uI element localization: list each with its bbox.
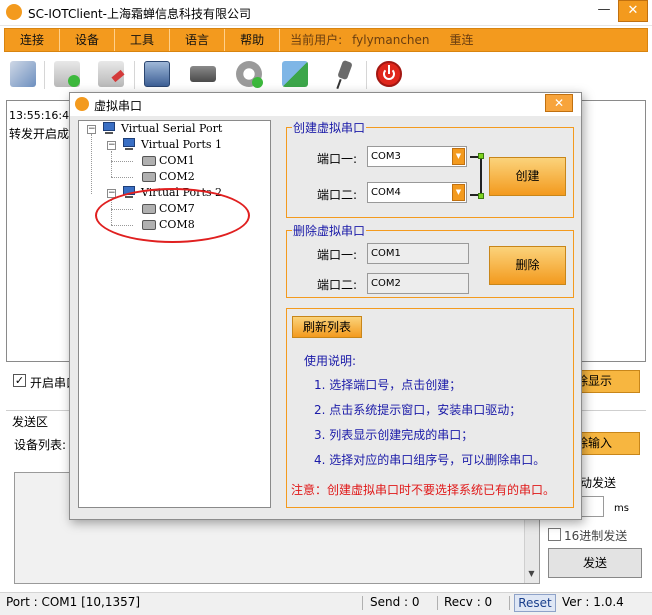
send-area-label: 发送区 xyxy=(12,415,49,429)
menu-device[interactable]: 设备 xyxy=(60,29,116,51)
menu-help[interactable]: 帮助 xyxy=(225,29,281,51)
tree-root[interactable]: Virtual Serial Port xyxy=(121,122,222,135)
usage-step-1: 1. 选择端口号，点击创建； xyxy=(314,378,462,392)
hex-send-checkbox[interactable] xyxy=(548,528,561,541)
dialog-title-bar xyxy=(70,93,581,116)
hex-send-label: 16进制发送 xyxy=(564,529,628,543)
status-recv-count: Recv : 0 xyxy=(444,595,493,609)
close-window-button[interactable]: ✕ xyxy=(618,0,648,22)
computer-icon xyxy=(121,138,137,151)
dialog-logo-icon xyxy=(75,97,89,111)
delete-button[interactable]: 删除 xyxy=(489,246,566,285)
menu-bar: 连接 设备 工具 语言 帮助 当前用户: fylymanchen 重连 xyxy=(4,28,648,52)
status-port: Port : COM1 [10,1357] xyxy=(6,595,141,609)
usage-title: 使用说明: xyxy=(304,354,357,368)
create-port1-label: 端口一: xyxy=(317,152,358,166)
tree-collapse-toggle[interactable]: − xyxy=(107,141,116,150)
tree-collapse-toggle[interactable]: − xyxy=(87,125,96,134)
create-group-title: 创建虚拟串口 xyxy=(292,119,367,136)
reconnect-menu-item[interactable]: 重连 xyxy=(440,29,484,51)
send-button[interactable]: 发送 xyxy=(548,548,642,578)
auto-send-label: 动发送 xyxy=(580,476,617,490)
chevron-down-icon[interactable]: ▼ xyxy=(452,148,465,165)
annotation-circle xyxy=(95,188,250,243)
pin-icon[interactable] xyxy=(326,57,360,91)
create-port2-select[interactable]: COM4 ▼ xyxy=(367,182,467,203)
warning-text: 注意：创建虚拟串口时不要选择系统已有的串口。 xyxy=(291,483,556,497)
menu-tools[interactable]: 工具 xyxy=(115,29,171,51)
usage-step-3: 3. 列表显示创建完成的串口； xyxy=(314,428,474,442)
device-icon[interactable] xyxy=(186,57,220,91)
delete-port1-field: COM1 xyxy=(367,243,469,264)
link-dot xyxy=(478,153,484,159)
delete-port2-label: 端口二: xyxy=(317,278,358,292)
app-logo-icon xyxy=(6,4,22,20)
delete-port1-label: 端口一: xyxy=(317,248,358,262)
router-edit-icon[interactable] xyxy=(94,57,128,91)
serial-port-icon xyxy=(142,156,156,166)
monitor-settings-icon[interactable] xyxy=(140,57,174,91)
current-user-name: fylymanchen xyxy=(352,33,430,47)
minimize-button[interactable]: — xyxy=(590,0,618,22)
window-title: SC-IOTClient-上海霜蝉信息科技有限公司 xyxy=(28,7,252,21)
router-add-icon[interactable] xyxy=(50,57,84,91)
computer-icon xyxy=(101,122,117,135)
serial-port-icon xyxy=(142,172,156,182)
receive-timestamp: 13:55:16:4 xyxy=(9,109,70,122)
create-port1-value: COM3 xyxy=(371,151,401,162)
scroll-down-arrow-icon[interactable]: ▼ xyxy=(524,566,539,582)
power-icon[interactable] xyxy=(372,57,406,91)
refresh-list-button[interactable]: 刷新列表 xyxy=(292,316,362,338)
usage-step-2: 2. 点击系统提示窗口，安装串口驱动； xyxy=(314,403,522,417)
dialog-title: 虚拟串口 xyxy=(94,99,143,113)
link-dot xyxy=(478,193,484,199)
create-port1-select[interactable]: COM3 ▼ xyxy=(367,146,467,167)
create-port2-label: 端口二: xyxy=(317,188,358,202)
auto-open-checkbox[interactable]: ✓ xyxy=(13,374,26,387)
current-user-label: 当前用户: xyxy=(290,33,343,47)
chevron-down-icon[interactable]: ▼ xyxy=(452,184,465,201)
menu-connect[interactable]: 连接 xyxy=(5,29,61,51)
ms-unit-label: ms xyxy=(614,503,629,514)
gear-add-icon[interactable] xyxy=(232,57,266,91)
transfer-icon[interactable] xyxy=(278,57,312,91)
usage-step-4: 4. 选择对应的串口组序号，可以删除串口。 xyxy=(314,453,546,467)
reset-button[interactable]: Reset xyxy=(514,594,556,612)
menu-language[interactable]: 语言 xyxy=(170,29,226,51)
delete-port2-field: COM2 xyxy=(367,273,469,294)
link-bracket xyxy=(470,156,482,196)
device-list-label: 设备列表: xyxy=(14,438,67,452)
status-version: Ver : 1.0.4 xyxy=(562,595,624,609)
delete-group-title: 删除虚拟串口 xyxy=(292,222,367,239)
toolbar xyxy=(4,55,648,93)
status-send-count: Send : 0 xyxy=(370,595,420,609)
network-icon[interactable] xyxy=(6,57,40,91)
dialog-close-button[interactable]: ✕ xyxy=(545,94,573,112)
tree-group-1[interactable]: Virtual Ports 1 xyxy=(141,138,222,151)
tree-port-com1[interactable]: COM1 xyxy=(159,154,195,167)
receive-text: 转发开启成 xyxy=(9,127,70,141)
create-port2-value: COM4 xyxy=(371,187,401,198)
create-button[interactable]: 创建 xyxy=(489,157,566,196)
tree-port-com2[interactable]: COM2 xyxy=(159,170,195,183)
